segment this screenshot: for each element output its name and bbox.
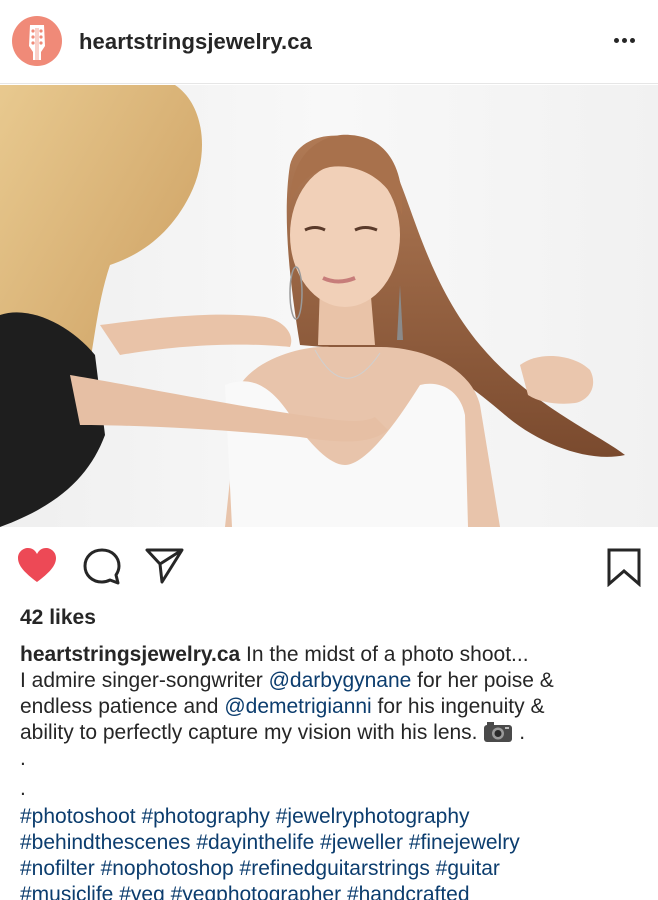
hashtag-line: #photoshoot #photography #jewelryphotogr… — [20, 804, 640, 830]
mention-link[interactable]: @demetrigianni — [224, 695, 371, 718]
caption-text: endless patience and — [20, 695, 225, 718]
hashtag-link[interactable]: #photography — [141, 805, 269, 828]
hashtag-link[interactable]: #handcrafted — [347, 883, 470, 900]
avatar[interactable] — [12, 16, 62, 66]
caption-line: heartstringsjewelry.ca In the midst of a… — [20, 642, 640, 668]
caption-line: . — [20, 746, 640, 776]
caption-text: ability to perfectly capture my vision w… — [20, 721, 484, 744]
hashtag-link[interactable]: #refinedguitarstrings — [240, 857, 430, 880]
caption-username[interactable]: heartstringsjewelry.ca — [20, 643, 240, 666]
hashtag-link[interactable]: #yeg — [119, 883, 165, 900]
more-dots-icon[interactable] — [612, 30, 638, 52]
caption-text: . — [513, 721, 526, 744]
hashtag-link[interactable]: #photoshoot — [20, 805, 136, 828]
hashtag-link[interactable]: #jewelryphotography — [276, 805, 470, 828]
caption-text: for his ingenuity & — [371, 695, 545, 718]
hashtag-link[interactable]: #nophotoshop — [101, 857, 234, 880]
hashtag-link[interactable]: #behindthescenes — [20, 831, 190, 854]
caption-dot: . — [20, 777, 26, 800]
hashtag-link[interactable]: #jeweller — [320, 831, 403, 854]
likes-count[interactable]: 42 likes — [20, 606, 96, 630]
caption-line: endless patience and @demetrigianni for … — [20, 694, 640, 720]
hashtag-link[interactable]: #dayinthelife — [196, 831, 314, 854]
hashtag-link[interactable]: #finejewelry — [409, 831, 520, 854]
hashtag-line: #musiclife #yeg #yegphotographer #handcr… — [20, 882, 640, 900]
comment-bubble-icon[interactable] — [83, 548, 121, 586]
camera-emoji-icon — [484, 722, 513, 742]
mention-link[interactable]: @darbygynane — [269, 669, 412, 692]
hashtag-line: #nofilter #nophotoshop #refinedguitarstr… — [20, 856, 640, 882]
post-photo[interactable] — [0, 85, 658, 527]
caption-text: I admire singer-songwriter — [20, 669, 269, 692]
post-username[interactable]: heartstringsjewelry.ca — [79, 29, 312, 55]
paper-plane-icon[interactable] — [145, 547, 185, 585]
hashtag-link[interactable]: #musiclife — [20, 883, 113, 900]
caption-line: I admire singer-songwriter @darbygynane … — [20, 668, 640, 694]
action-bar — [0, 527, 658, 607]
hashtag-link[interactable]: #guitar — [436, 857, 500, 880]
bookmark-icon[interactable] — [606, 547, 642, 587]
caption-dot: . — [20, 747, 26, 770]
caption-text: for her poise & — [411, 669, 554, 692]
hashtag-link[interactable]: #yegphotographer — [171, 883, 341, 900]
guitar-headstock-icon — [29, 25, 45, 60]
caption-line: . — [20, 776, 640, 804]
heart-icon[interactable] — [17, 548, 57, 584]
hashtag-link[interactable]: #nofilter — [20, 857, 95, 880]
caption-text: In the midst of a photo shoot... — [240, 643, 529, 666]
post-header: heartstringsjewelry.ca — [0, 0, 658, 84]
caption-line: ability to perfectly capture my vision w… — [20, 720, 640, 746]
post-caption: heartstringsjewelry.ca In the midst of a… — [20, 642, 640, 900]
hashtag-line: #behindthescenes #dayinthelife #jeweller… — [20, 830, 640, 856]
